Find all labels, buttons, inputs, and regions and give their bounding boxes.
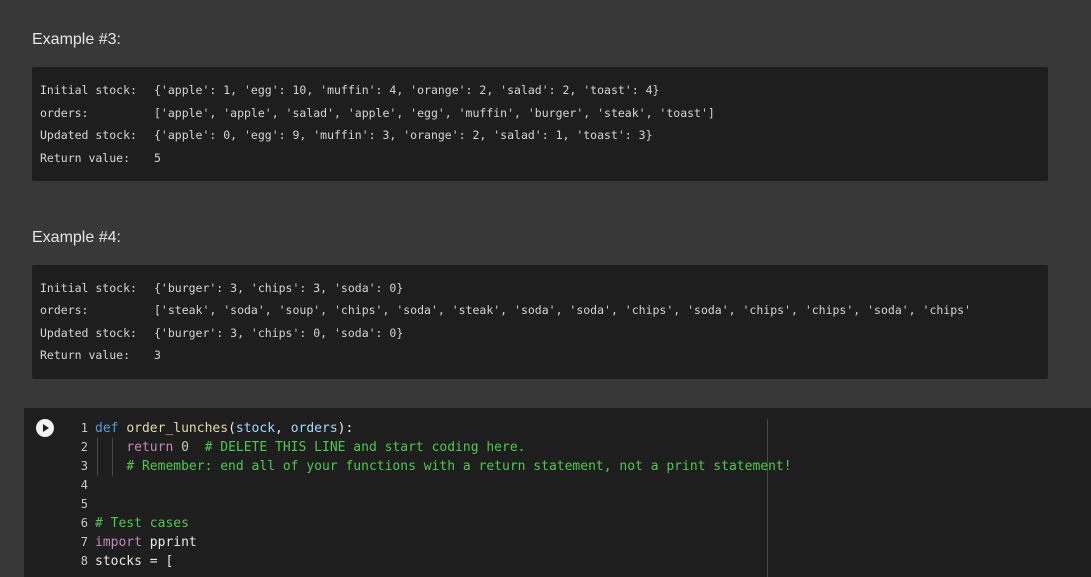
- line-number: 8: [80, 554, 88, 568]
- output-value: {'apple': 1, 'egg': 10, 'muffin': 4, 'or…: [154, 83, 660, 97]
- output-line: orders: ['apple', 'apple', 'salad', 'appl…: [40, 106, 715, 120]
- output-line: Updated stock: {'burger': 3, 'chips': 0, …: [40, 326, 403, 340]
- line-number: 6: [80, 516, 88, 530]
- output-line: Initial stock: {'apple': 1, 'egg': 10, 'm…: [40, 83, 659, 97]
- paren: (: [228, 421, 236, 436]
- example-4-heading: Example #4:: [32, 229, 121, 246]
- output-value: {'burger': 3, 'chips': 3, 'soda': 0}: [154, 281, 404, 295]
- column-ruler: [767, 419, 768, 577]
- code-line[interactable]: def order_lunches(stock, orders):: [95, 419, 353, 438]
- code-line[interactable]: return 0 # DELETE THIS LINE and start co…: [95, 438, 526, 457]
- keyword: return: [126, 440, 174, 455]
- code-line[interactable]: stocks = [: [95, 552, 173, 571]
- output-line: Initial stock: {'burger': 3, 'chips': 3, …: [40, 281, 403, 295]
- output-label: Updated stock:: [40, 326, 137, 340]
- output-label: orders:: [40, 106, 89, 120]
- line-number: 1: [80, 421, 88, 435]
- play-icon: [43, 424, 49, 432]
- param: stock: [235, 421, 276, 436]
- output-line: Return value: 5: [40, 151, 161, 165]
- output-label: Initial stock:: [40, 83, 137, 97]
- number: 0: [181, 440, 189, 455]
- line-number: 5: [80, 497, 88, 511]
- keyword: import: [95, 535, 142, 550]
- run-cell-button[interactable]: [36, 419, 54, 437]
- output-value: {'burger': 3, 'chips': 0, 'soda': 0}: [154, 326, 404, 340]
- output-value: 3: [154, 348, 161, 362]
- param: orders: [290, 421, 338, 436]
- output-value: {'apple': 0, 'egg': 9, 'muffin': 3, 'ora…: [154, 128, 653, 142]
- output-label: orders:: [40, 303, 89, 317]
- example-4-output: Initial stock: {'burger': 3, 'chips': 3, …: [32, 265, 1048, 379]
- code-line[interactable]: import pprint: [95, 533, 197, 552]
- output-line: orders: ['steak', 'soda', 'soup', 'chips'…: [40, 303, 971, 317]
- example-3-heading: Example #3:: [32, 31, 121, 48]
- output-line: Updated stock: {'apple': 0, 'egg': 9, 'mu…: [40, 128, 653, 142]
- line-number: 2: [80, 440, 88, 454]
- code-line[interactable]: # Test cases: [95, 514, 189, 533]
- output-value: 5: [154, 151, 161, 165]
- function-name: order_lunches: [126, 421, 229, 436]
- line-number: 7: [80, 535, 88, 549]
- output-label: Initial stock:: [40, 281, 137, 295]
- separator: ,: [275, 421, 291, 436]
- output-value: ['apple', 'apple', 'salad', 'apple', 'eg…: [154, 106, 715, 120]
- keyword: def: [95, 421, 119, 436]
- output-label: Updated stock:: [40, 128, 137, 142]
- output-value: ['steak', 'soda', 'soup', 'chips', 'soda…: [154, 303, 971, 317]
- comment: # Remember: end all of your functions wi…: [126, 459, 792, 474]
- output-label: Return value:: [40, 348, 131, 362]
- comment: # DELETE THIS LINE and start coding here…: [204, 440, 526, 455]
- output-line: Return value: 3: [40, 348, 161, 362]
- code-line[interactable]: # Remember: end all of your functions wi…: [95, 457, 792, 476]
- line-number: 4: [80, 478, 88, 492]
- example-3-output: Initial stock: {'apple': 1, 'egg': 10, 'm…: [32, 67, 1048, 181]
- output-label: Return value:: [40, 151, 131, 165]
- module-name: pprint: [149, 535, 197, 550]
- paren: ):: [337, 421, 354, 436]
- code-text: stocks = [: [95, 554, 174, 569]
- comment: # Test cases: [95, 516, 189, 531]
- line-number: 3: [80, 459, 88, 473]
